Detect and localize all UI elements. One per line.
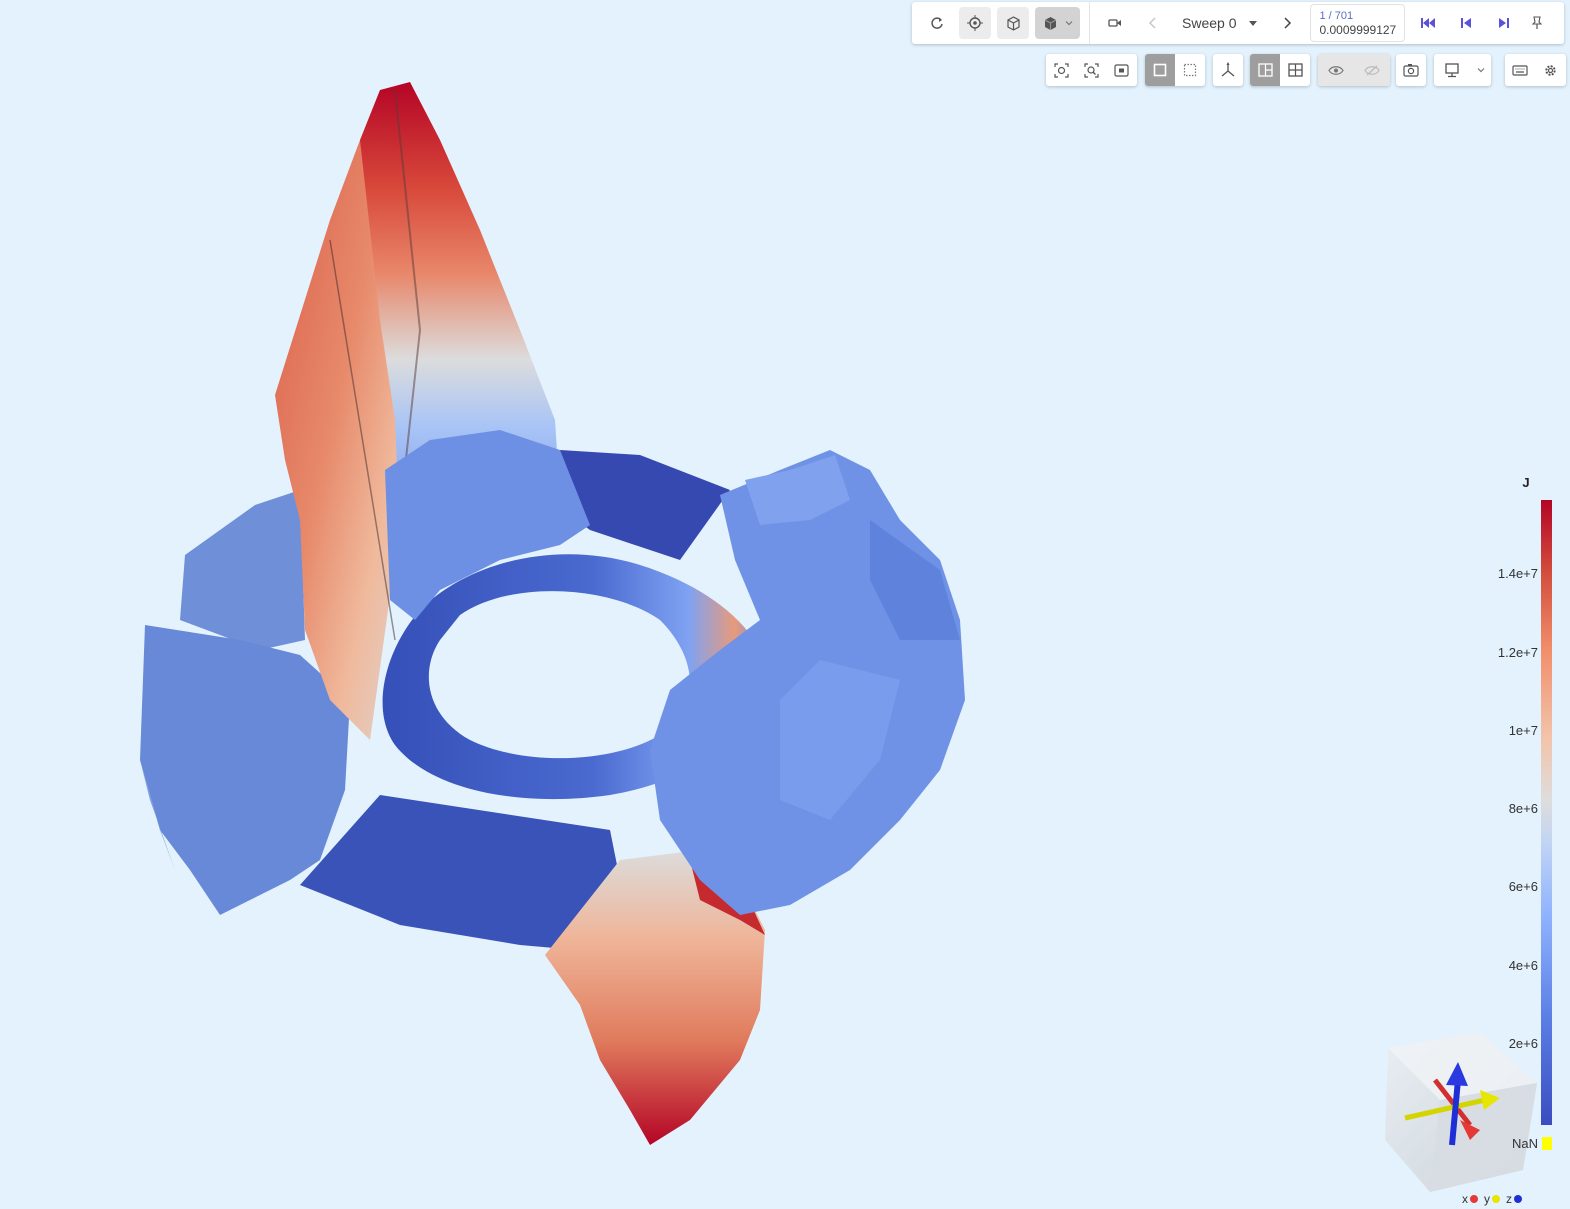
orientation-axes-button[interactable]: [1213, 54, 1243, 86]
legend-tick: 2e+6: [1508, 1036, 1538, 1051]
axes-gizmo[interactable]: [1385, 1032, 1537, 1192]
grid-view-button[interactable]: [1280, 54, 1310, 86]
layout-group: [1250, 54, 1310, 86]
solid-selection-button[interactable]: [1145, 54, 1175, 86]
keyboard-icon: [1512, 64, 1528, 76]
settings-group: [1505, 54, 1566, 86]
zoom-fit-button[interactable]: [1076, 54, 1106, 86]
wireframe-cube-button[interactable]: [997, 7, 1029, 39]
field-render: [140, 82, 1537, 1192]
keyboard-shortcuts-button[interactable]: [1505, 54, 1535, 86]
sweep-selector[interactable]: Sweep 0: [1172, 7, 1268, 39]
legend-title: J: [1522, 475, 1530, 490]
settings-button[interactable]: [1535, 54, 1565, 86]
colorbar: [1541, 500, 1552, 1125]
eye-icon: [1328, 65, 1344, 75]
chevron-left-icon: [1149, 17, 1156, 29]
chevron-down-icon: [1065, 21, 1073, 26]
x-axis-label: x: [1462, 1192, 1468, 1206]
first-step-button[interactable]: [1412, 7, 1444, 39]
3d-viewport[interactable]: [0, 0, 1570, 1209]
focus-icon: [1053, 62, 1069, 78]
time-step-display: 1 / 701 0.0009999127: [1310, 4, 1406, 42]
split-view-button[interactable]: [1250, 54, 1280, 86]
nan-label: NaN: [1512, 1136, 1539, 1151]
record-icon: [1108, 19, 1121, 27]
solid-square-icon: [1153, 63, 1167, 77]
pin-toolbar-button[interactable]: [1527, 7, 1547, 39]
center-focus-button[interactable]: [959, 7, 991, 39]
record-button[interactable]: [1099, 7, 1131, 39]
gear-icon: [1544, 64, 1556, 76]
dotted-square-icon: [1183, 63, 1197, 77]
cube-solid-icon: [1044, 16, 1057, 30]
sweep-label: Sweep 0: [1182, 15, 1237, 31]
skip-first-icon: [1421, 18, 1436, 28]
representation-dropdown[interactable]: [1035, 7, 1080, 39]
next-sweep-button[interactable]: [1271, 7, 1303, 39]
camera-icon: [1403, 64, 1419, 77]
split-view-icon: [1257, 63, 1273, 77]
previous-sweep-button[interactable]: [1137, 7, 1169, 39]
focus-button[interactable]: [1046, 54, 1076, 86]
legend-tick: 1.2e+7: [1497, 645, 1538, 660]
monitor-icon: [1445, 62, 1459, 77]
legend-tick: 4e+6: [1508, 958, 1538, 973]
legend-tick: 1e+7: [1508, 723, 1538, 738]
display-group: [1434, 54, 1491, 86]
visibility-group: [1318, 54, 1390, 86]
legend-tick: 6e+6: [1508, 879, 1538, 894]
show-button[interactable]: [1318, 54, 1354, 86]
nan-swatch: [1542, 1137, 1552, 1150]
toolbar-divider: [1089, 2, 1090, 44]
cube-outline-icon: [1006, 15, 1020, 31]
hide-button[interactable]: [1354, 54, 1390, 86]
frame-button[interactable]: [1106, 54, 1136, 86]
time-value: 0.0009999127: [1319, 22, 1397, 37]
y-axis-label: y: [1484, 1192, 1490, 1206]
display-dropdown-button[interactable]: [1470, 54, 1491, 86]
view-tools-group: [1046, 54, 1137, 86]
x-axis-dot: [1470, 1195, 1478, 1203]
legend-tick: 8e+6: [1508, 801, 1538, 816]
screenshot-group: [1396, 54, 1426, 86]
z-axis-label: z: [1506, 1192, 1512, 1206]
z-axis-dot: [1514, 1195, 1522, 1203]
axis-legend: x y z: [1462, 1192, 1526, 1206]
screenshot-button[interactable]: [1396, 54, 1426, 86]
step-forward-button[interactable]: [1488, 7, 1520, 39]
grid-icon: [1287, 63, 1303, 77]
eye-off-icon: [1364, 65, 1380, 75]
chevron-down-icon: [1477, 68, 1484, 73]
y-axis-dot: [1492, 1195, 1500, 1203]
step-forward-icon: [1499, 18, 1510, 28]
axes-group: [1213, 54, 1243, 86]
legend-tick: 1.4e+7: [1497, 566, 1538, 581]
step-back-icon: [1461, 18, 1472, 28]
chevron-right-icon: [1284, 17, 1292, 29]
selection-group: [1145, 54, 1205, 86]
axes-icon: [1221, 62, 1235, 77]
left-arrow-block-upper: [180, 490, 305, 650]
zoom-fit-icon: [1083, 62, 1099, 78]
target-icon: [967, 15, 983, 31]
pin-icon: [1532, 16, 1543, 29]
refresh-icon: [931, 17, 943, 29]
top-toolbar: Sweep 0 1 / 701 0.0009999127: [912, 2, 1564, 44]
step-counter: 1 / 701: [1319, 9, 1354, 22]
display-button[interactable]: [1434, 54, 1470, 86]
step-back-button[interactable]: [1450, 7, 1482, 39]
refresh-button[interactable]: [921, 7, 953, 39]
frame-icon: [1113, 63, 1129, 77]
caret-down-icon: [1249, 21, 1258, 26]
dotted-selection-button[interactable]: [1175, 54, 1205, 86]
